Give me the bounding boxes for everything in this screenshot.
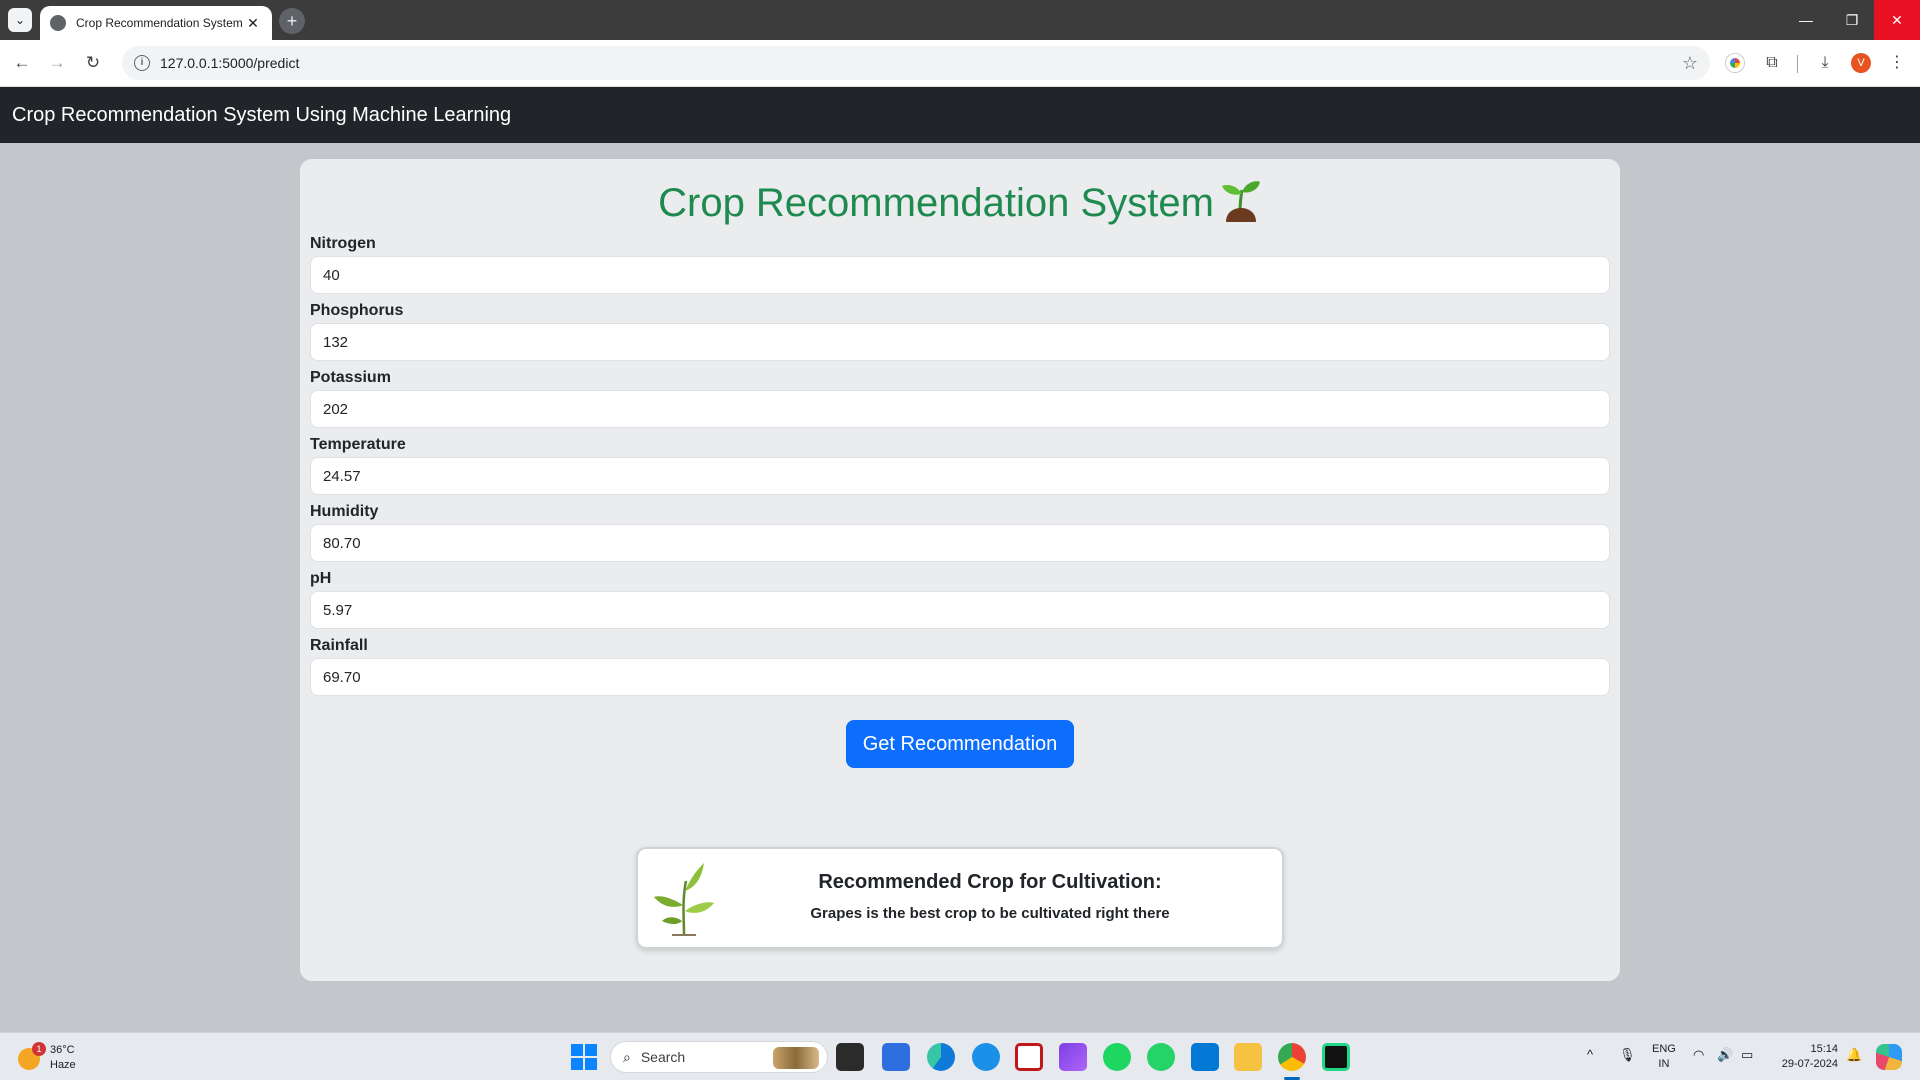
seedling-icon	[1221, 181, 1260, 222]
search-icon: ⌕	[623, 1048, 631, 1065]
chat-app-icon[interactable]	[972, 1043, 1000, 1071]
task-view-icon[interactable]	[836, 1043, 864, 1071]
browser-tab-active[interactable]: Crop Recommendation System ✕	[40, 6, 272, 40]
new-tab-plus-icon[interactable]: +	[279, 8, 305, 34]
browser-menu-kebab-icon[interactable]: ⋮	[1886, 52, 1908, 74]
forward-arrow-icon[interactable]: →	[46, 52, 68, 74]
clock-date: 29-07-2024	[1781, 1058, 1838, 1070]
url-text[interactable]: 127.0.0.1:5000/predict	[160, 55, 1682, 71]
rainfall-label: Rainfall	[310, 637, 368, 654]
clock-time: 15:14	[1810, 1043, 1838, 1055]
windows-start-icon[interactable]	[570, 1043, 598, 1071]
close-tab-icon[interactable]: ✕	[244, 15, 262, 32]
phosphorus-input[interactable]: 132	[310, 323, 1610, 361]
result-text: Grapes is the best crop to be cultivated…	[810, 905, 1170, 922]
profile-avatar[interactable]: V	[1851, 53, 1871, 73]
form-card: Crop Recommendation System Nitrogen 40 P…	[300, 159, 1620, 981]
field-phosphorus: Phosphorus 132	[310, 302, 1610, 361]
phosphorus-label: Phosphorus	[310, 302, 404, 319]
tab-search-chevron-icon[interactable]: ⌄	[8, 8, 32, 32]
extensions-puzzle-icon[interactable]: ⧉	[1761, 52, 1783, 74]
download-icon[interactable]: ⤓	[1814, 52, 1836, 74]
windows-taskbar: 1 36°C Haze ⌕ Search ^ 🎙 ENG IN ◠ 🔊 ▭ 15…	[0, 1032, 1920, 1080]
browser-tabstrip: ⌄ Crop Recommendation System ✕ + — ❐ ✕	[0, 0, 1920, 40]
field-humidity: Humidity 80.70	[310, 503, 1610, 562]
bookmark-star-icon[interactable]: ☆	[1682, 53, 1698, 74]
field-temperature: Temperature 24.57	[310, 436, 1610, 495]
taskbar-search[interactable]: ⌕ Search	[610, 1041, 828, 1073]
vscode-icon[interactable]	[1191, 1043, 1219, 1071]
window-minimize-icon[interactable]: —	[1783, 0, 1829, 40]
whatsapp-icon[interactable]	[1147, 1043, 1175, 1071]
reload-icon[interactable]: ↻	[82, 52, 104, 74]
temperature-input[interactable]: 24.57	[310, 457, 1610, 495]
microsoft-store-icon[interactable]	[882, 1043, 910, 1071]
get-recommendation-button[interactable]: Get Recommendation	[845, 720, 1075, 768]
notification-badge: 1	[32, 1042, 46, 1056]
site-info-icon[interactable]: i	[134, 55, 150, 71]
potassium-input[interactable]: 202	[310, 390, 1610, 428]
submit-row: Get Recommendation	[310, 720, 1610, 768]
system-clock[interactable]: 15:14 29-07-2024	[1768, 1042, 1838, 1072]
nitrogen-label: Nitrogen	[310, 235, 376, 252]
window-close-icon[interactable]: ✕	[1874, 0, 1920, 40]
language-code: ENG	[1652, 1043, 1676, 1055]
browser-toolbar: ← → ↻ i 127.0.0.1:5000/predict ☆ ⧉ ⤓ V ⋮	[0, 40, 1920, 87]
edge-browser-icon[interactable]	[927, 1043, 955, 1071]
field-ph: pH 5.97	[310, 570, 1610, 629]
result-card: Recommended Crop for Cultivation: Grapes…	[636, 847, 1284, 949]
address-bar[interactable]: i 127.0.0.1:5000/predict ☆	[122, 46, 1710, 80]
page-title-text: Crop Recommendation System	[658, 181, 1214, 225]
search-highlight-image	[773, 1047, 819, 1069]
page-title: Crop Recommendation System	[310, 171, 1610, 229]
toolbar-divider	[1797, 55, 1798, 73]
file-explorer-icon[interactable]	[1234, 1043, 1262, 1071]
field-potassium: Potassium 202	[310, 369, 1610, 428]
field-rainfall: Rainfall 69.70	[310, 637, 1610, 696]
field-nitrogen: Nitrogen 40	[310, 235, 1610, 294]
microphone-icon[interactable]: 🎙	[1619, 1047, 1636, 1063]
show-hidden-icons-chevron-icon[interactable]: ^	[1587, 1047, 1593, 1062]
pycharm-icon[interactable]	[1322, 1043, 1350, 1071]
volume-icon[interactable]: 🔊	[1717, 1047, 1733, 1063]
search-placeholder: Search	[640, 1049, 686, 1065]
language-region: IN	[1658, 1058, 1670, 1070]
ph-label: pH	[310, 570, 332, 587]
nitrogen-input[interactable]: 40	[310, 256, 1610, 294]
result-title: Recommended Crop for Cultivation:	[818, 871, 1162, 893]
color-picker-extension-icon[interactable]	[1724, 52, 1746, 74]
back-arrow-icon[interactable]: ←	[11, 52, 33, 74]
spotify-icon[interactable]	[1103, 1043, 1131, 1071]
wifi-icon[interactable]: ◠	[1693, 1047, 1704, 1063]
temperature-label: Temperature	[310, 436, 406, 453]
clipchamp-icon[interactable]	[1059, 1043, 1087, 1071]
rainfall-input[interactable]: 69.70	[310, 658, 1610, 696]
battery-icon[interactable]: ▭	[1741, 1047, 1753, 1063]
language-indicator[interactable]: ENG IN	[1652, 1042, 1676, 1072]
humidity-label: Humidity	[310, 503, 379, 520]
humidity-input[interactable]: 80.70	[310, 524, 1610, 562]
weather-widget[interactable]: 1 36°C Haze	[18, 1040, 98, 1074]
tab-title: Crop Recommendation System	[76, 16, 243, 30]
weather-temperature: 36°C	[50, 1044, 75, 1056]
globe-icon	[50, 15, 66, 31]
potassium-label: Potassium	[310, 369, 391, 386]
weather-condition: Haze	[50, 1059, 76, 1071]
mcafee-icon[interactable]	[1015, 1043, 1043, 1071]
chrome-icon[interactable]	[1278, 1043, 1306, 1071]
window-restore-icon[interactable]: ❐	[1829, 0, 1875, 40]
site-navbar: Crop Recommendation System Using Machine…	[0, 87, 1920, 143]
navbar-brand[interactable]: Crop Recommendation System Using Machine…	[12, 104, 511, 127]
ph-input[interactable]: 5.97	[310, 591, 1610, 629]
notifications-bell-icon[interactable]: 🔔	[1846, 1047, 1862, 1063]
copilot-icon[interactable]	[1876, 1044, 1902, 1070]
